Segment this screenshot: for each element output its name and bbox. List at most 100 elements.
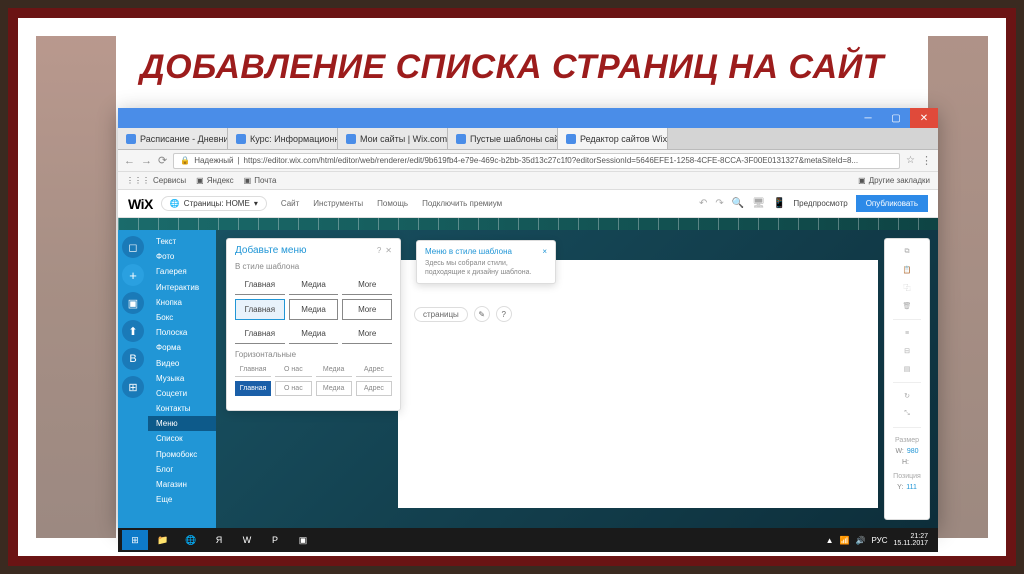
bookmark-mail[interactable]: ▣ Почта [244, 176, 277, 185]
reload-button[interactable]: ⟳ [158, 154, 167, 167]
cat-list[interactable]: Список [148, 431, 216, 446]
browser-tab[interactable]: Пустые шаблоны сайт...× [448, 128, 558, 149]
help-icon[interactable]: ? [496, 306, 512, 322]
cat-blog[interactable]: Блог [148, 462, 216, 477]
mobile-icon[interactable]: 📱 [773, 198, 785, 209]
menu-tools[interactable]: Инструменты [313, 199, 363, 208]
menu-premium[interactable]: Подключить премиум [422, 199, 502, 208]
publish-button[interactable]: Опубликовать [856, 195, 928, 212]
undo-icon[interactable]: ↶ [699, 198, 707, 209]
cat-store[interactable]: Магазин [148, 477, 216, 492]
menu-style-4[interactable]: Главная О нас Медиа Адрес [235, 363, 392, 377]
browser-tab[interactable]: Курс: Информационн...× [228, 128, 338, 149]
cat-button[interactable]: Кнопка [148, 295, 216, 310]
minimize-button[interactable]: ─ [854, 108, 882, 128]
properties-panel: ⧉ 📋 ⿻ 🗑 ≡ ⊟ ▤ ↻ ⤡ Размер W:980 H: Позици… [884, 238, 930, 520]
close-button[interactable]: ✕ [910, 108, 938, 128]
taskbar-chrome[interactable]: 🌐 [178, 530, 204, 550]
star-icon[interactable]: ☆ [906, 155, 915, 166]
pages-dropdown[interactable]: 🌐Страницы: HOME▾ [161, 196, 267, 211]
menu-style-5[interactable]: Главная О нас Медиа Адрес [235, 381, 392, 396]
paste-icon[interactable]: 📋 [900, 263, 914, 277]
secure-label: Надежный [194, 156, 233, 165]
bookmark-yandex[interactable]: ▣ Яндекс [196, 176, 233, 185]
rail-store-button[interactable]: ⊞ [122, 376, 144, 398]
rail-background-button[interactable]: ◻ [122, 236, 144, 258]
menu-style-3[interactable]: Главная Медиа More [235, 324, 392, 344]
taskbar-explorer[interactable]: 📁 [150, 530, 176, 550]
cat-text[interactable]: Текст [148, 234, 216, 249]
cat-gallery[interactable]: Галерея [148, 264, 216, 279]
forward-button[interactable]: → [141, 155, 152, 167]
delete-icon[interactable]: 🗑 [900, 299, 914, 313]
help-icon[interactable]: ? [377, 246, 381, 255]
tab-favicon-icon [346, 134, 356, 144]
taskbar-app[interactable]: ▣ [290, 530, 316, 550]
window-titlebar: ─ ▢ ✕ [118, 108, 938, 128]
close-icon[interactable]: × [542, 247, 547, 256]
browser-tab[interactable]: Редактор сайтов Wix× [558, 128, 668, 149]
other-bookmarks[interactable]: ▣ Другие закладки [858, 176, 930, 185]
cat-social[interactable]: Соцсети [148, 386, 216, 401]
arrange-icon[interactable]: ▤ [900, 362, 914, 376]
browser-tab[interactable]: Мои сайты | Wix.com× [338, 128, 448, 149]
y-value[interactable]: 111 [906, 484, 917, 491]
wix-logo[interactable]: WiX [128, 196, 153, 212]
taskbar-word[interactable]: W [234, 530, 260, 550]
cat-video[interactable]: Видео [148, 356, 216, 371]
cat-interactive[interactable]: Интерактив [148, 280, 216, 295]
cat-photo[interactable]: Фото [148, 249, 216, 264]
menu-icon[interactable]: ⋮ [921, 154, 932, 167]
browser-tabs: Расписание - Дневни...× Курс: Информацио… [118, 128, 938, 150]
language-indicator[interactable]: РУС [871, 536, 887, 545]
cat-form[interactable]: Форма [148, 340, 216, 355]
taskbar-powerpoint[interactable]: P [262, 530, 288, 550]
tab-favicon-icon [566, 134, 576, 144]
taskbar-app[interactable]: Я [206, 530, 232, 550]
cat-strip[interactable]: Полоска [148, 325, 216, 340]
browser-tab[interactable]: Расписание - Дневни...× [118, 128, 228, 149]
back-button[interactable]: ← [124, 155, 135, 167]
menu-style-1[interactable]: Главная Медиа More [235, 275, 392, 295]
cat-promo[interactable]: Промобокс [148, 447, 216, 462]
cat-more[interactable]: Еще [148, 492, 216, 507]
address-bar: ← → ⟳ 🔒 Надежный | https://editor.wix.co… [118, 150, 938, 172]
duplicate-icon[interactable]: ⿻ [900, 281, 914, 295]
wix-toolbar: WiX 🌐Страницы: HOME▾ Сайт Инструменты По… [118, 190, 938, 218]
rail-add-button[interactable]: + [122, 264, 144, 286]
redo-icon[interactable]: ↷ [715, 198, 723, 209]
page-pill[interactable]: страницы [414, 307, 468, 322]
cat-music[interactable]: Музыка [148, 371, 216, 386]
close-icon[interactable]: ✕ [385, 246, 392, 255]
apps-button[interactable]: ⋮⋮⋮ Сервисы [126, 176, 186, 185]
cat-box[interactable]: Бокс [148, 310, 216, 325]
menu-site[interactable]: Сайт [281, 199, 299, 208]
tab-label: Пустые шаблоны сайт... [470, 134, 558, 144]
page-stage[interactable] [398, 260, 878, 508]
rail-apps-button[interactable]: ▣ [122, 292, 144, 314]
width-value[interactable]: 980 [907, 448, 919, 455]
editor-canvas: ◻ + ▣ ⬆ B ⊞ Текст Фото Галерея Интеракти… [118, 230, 938, 528]
align-icon[interactable]: ≡ [900, 326, 914, 340]
desktop-icon[interactable]: 🖥 [752, 198, 765, 209]
distribute-icon[interactable]: ⊟ [900, 344, 914, 358]
design-icon[interactable]: ✎ [474, 306, 490, 322]
cat-contacts[interactable]: Контакты [148, 401, 216, 416]
clock[interactable]: 21:27 15.11.2017 [893, 533, 928, 547]
cat-menu[interactable]: Меню [148, 416, 216, 431]
menu-help[interactable]: Помощь [377, 199, 408, 208]
volume-icon[interactable]: 🔊 [855, 536, 865, 545]
preview-button[interactable]: Предпросмотр [793, 199, 847, 208]
maximize-button[interactable]: ▢ [882, 108, 910, 128]
copy-icon[interactable]: ⧉ [900, 245, 914, 259]
network-icon[interactable]: 📶 [840, 536, 850, 545]
rail-uploads-button[interactable]: ⬆ [122, 320, 144, 342]
menu-style-2[interactable]: Главная Медиа More [235, 299, 392, 320]
rotate-icon[interactable]: ↻ [900, 389, 914, 403]
start-button[interactable]: ⊞ [122, 530, 148, 550]
search-icon[interactable]: 🔍 [732, 198, 744, 209]
rail-blog-button[interactable]: B [122, 348, 144, 370]
flip-icon[interactable]: ⤡ [900, 407, 914, 421]
tray-icon[interactable]: ▲ [826, 536, 834, 545]
url-input[interactable]: 🔒 Надежный | https://editor.wix.com/html… [173, 153, 900, 169]
